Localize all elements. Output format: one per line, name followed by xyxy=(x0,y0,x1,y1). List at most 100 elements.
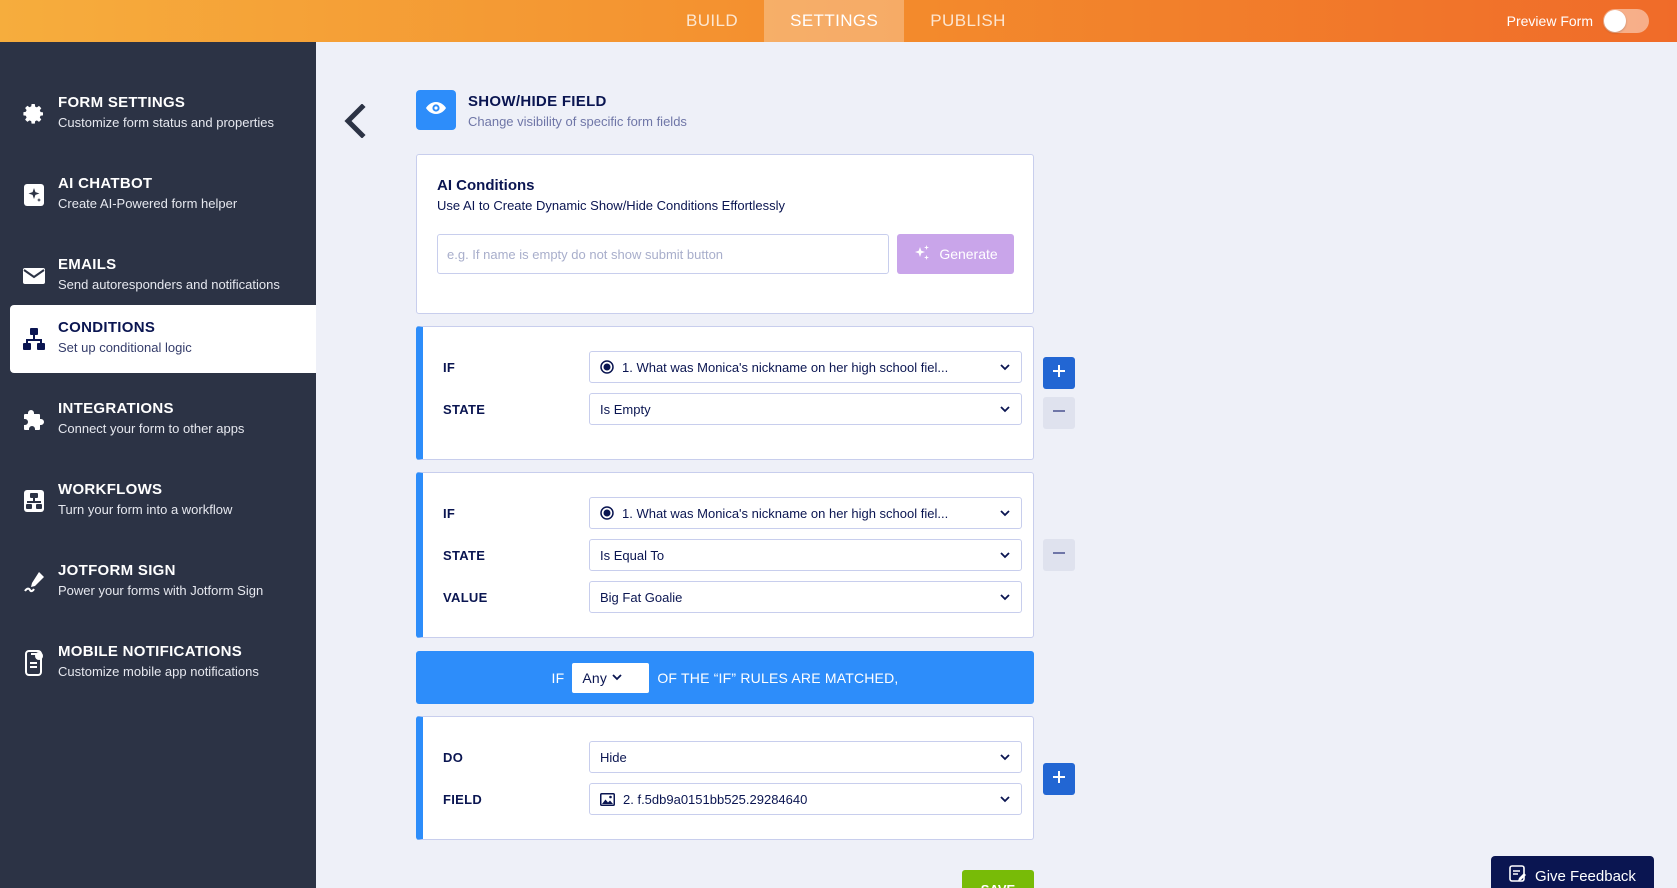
chevron-down-icon xyxy=(999,403,1011,415)
field-select[interactable]: 2. f.5db9a0151bb525.29284640 xyxy=(589,783,1022,815)
ai-chatbot-icon xyxy=(22,183,46,207)
sidebar-item-mobile-notifications[interactable]: MOBILE NOTIFICATIONS Customize mobile ap… xyxy=(10,629,316,697)
state-label: STATE xyxy=(443,548,486,563)
sidebar-item-title: INTEGRATIONS xyxy=(58,400,174,417)
do-select[interactable]: Hide xyxy=(589,741,1022,773)
match-type-value: Any xyxy=(582,669,608,686)
sidebar-item-subtitle: Customize mobile app notifications xyxy=(58,664,259,679)
settings-sidebar: FORM SETTINGS Customize form status and … xyxy=(0,42,316,888)
remove-rule-1-button[interactable] xyxy=(1043,397,1075,429)
sidebar-item-subtitle: Create AI-Powered form helper xyxy=(58,196,238,211)
match-type-select[interactable]: Any xyxy=(572,662,650,693)
if-field-value: 1. What was Monica's nickname on her hig… xyxy=(622,505,949,521)
show-hide-badge xyxy=(416,90,456,130)
sidebar-item-workflows[interactable]: WORKFLOWS Turn your form into a workflow xyxy=(10,467,316,535)
minus-icon xyxy=(1052,404,1066,423)
minus-icon xyxy=(1052,546,1066,565)
sidebar-item-title: AI CHATBOT xyxy=(58,175,153,192)
state-value: Is Equal To xyxy=(600,547,665,563)
rule-match-bar: IF Any OF THE “IF” RULES ARE MATCHED, xyxy=(416,651,1034,704)
preview-form-toggle[interactable] xyxy=(1603,9,1649,33)
sidebar-item-subtitle: Send autoresponders and notifications xyxy=(58,277,280,292)
give-feedback-label: Give Feedback xyxy=(1535,867,1636,885)
image-field-icon xyxy=(600,792,615,806)
sidebar-item-subtitle: Connect your form to other apps xyxy=(58,421,245,436)
radio-field-icon xyxy=(600,506,614,520)
chevron-down-icon xyxy=(999,507,1011,519)
condition-rule-2: IF 1. What was Monica's nickname on her … xyxy=(416,472,1034,638)
puzzle-icon xyxy=(22,408,46,432)
do-value: Hide xyxy=(600,749,627,765)
sidebar-item-title: CONDITIONS xyxy=(58,319,156,336)
chevron-down-icon xyxy=(999,361,1011,373)
top-bar: BUILD SETTINGS PUBLISH Preview Form xyxy=(0,0,1677,42)
tab-settings[interactable]: SETTINGS xyxy=(764,0,905,42)
save-button[interactable]: SAVE xyxy=(962,870,1034,888)
page-title: SHOW/HIDE FIELD xyxy=(468,93,607,110)
state-select[interactable]: Is Equal To xyxy=(589,539,1022,571)
add-action-button[interactable] xyxy=(1043,763,1075,795)
sidebar-item-title: EMAILS xyxy=(58,256,117,273)
state-select[interactable]: Is Empty xyxy=(589,393,1022,425)
sidebar-item-jotform-sign[interactable]: JOTFORM SIGN Power your forms with Jotfo… xyxy=(10,548,316,616)
generate-button[interactable]: Generate xyxy=(897,234,1014,274)
if-label: IF xyxy=(443,360,456,375)
ai-conditions-card: AI Conditions Use AI to Create Dynamic S… xyxy=(416,154,1034,314)
remove-rule-2-button[interactable] xyxy=(1043,539,1075,571)
toggle-knob xyxy=(1604,10,1626,32)
ai-condition-input[interactable] xyxy=(437,234,889,274)
workflow-icon xyxy=(22,489,46,513)
match-suffix: OF THE “IF” RULES ARE MATCHED, xyxy=(657,669,899,686)
sidebar-item-title: JOTFORM SIGN xyxy=(58,562,176,579)
chevron-down-icon xyxy=(999,591,1011,603)
do-label: DO xyxy=(443,750,464,765)
sidebar-item-ai-chatbot[interactable]: AI CHATBOT Create AI-Powered form helper xyxy=(10,161,316,229)
if-field-select[interactable]: 1. What was Monica's nickname on her hig… xyxy=(589,351,1022,383)
preview-form: Preview Form xyxy=(1507,0,1649,42)
match-prefix: IF xyxy=(551,669,565,686)
chevron-down-icon xyxy=(999,549,1011,561)
plus-icon xyxy=(1052,364,1066,383)
value-select[interactable]: Big Fat Goalie xyxy=(589,581,1022,613)
sidebar-item-form-settings[interactable]: FORM SETTINGS Customize form status and … xyxy=(10,80,316,148)
ai-conditions-subtitle: Use AI to Create Dynamic Show/Hide Condi… xyxy=(437,198,786,213)
add-rule-button[interactable] xyxy=(1043,357,1075,389)
if-field-value: 1. What was Monica's nickname on her hig… xyxy=(622,359,949,375)
ai-conditions-title: AI Conditions xyxy=(437,177,535,194)
sidebar-item-title: FORM SETTINGS xyxy=(58,94,186,111)
pen-icon xyxy=(22,570,46,594)
sidebar-item-subtitle: Turn your form into a workflow xyxy=(58,502,233,517)
tab-build[interactable]: BUILD xyxy=(660,0,764,42)
sidebar-item-subtitle: Power your forms with Jotform Sign xyxy=(58,583,264,598)
sidebar-item-title: MOBILE NOTIFICATIONS xyxy=(58,643,243,660)
if-label: IF xyxy=(443,506,456,521)
chevron-down-icon xyxy=(999,793,1011,805)
preview-form-label: Preview Form xyxy=(1506,13,1593,29)
sidebar-item-emails[interactable]: EMAILS Send autoresponders and notificat… xyxy=(10,242,316,310)
generate-label: Generate xyxy=(939,246,998,262)
sidebar-item-conditions[interactable]: CONDITIONS Set up conditional logic xyxy=(10,305,316,373)
state-value: Is Empty xyxy=(600,401,651,417)
tab-publish[interactable]: PUBLISH xyxy=(904,0,1032,42)
sparkle-icon xyxy=(913,244,931,265)
sidebar-item-subtitle: Set up conditional logic xyxy=(58,340,192,355)
feedback-icon xyxy=(1509,865,1527,887)
value-label: VALUE xyxy=(443,590,488,605)
value-value: Big Fat Goalie xyxy=(600,589,683,605)
page-subtitle: Change visibility of specific form field… xyxy=(468,114,687,129)
plus-icon xyxy=(1052,770,1066,789)
action-card: DO Hide FIELD 2. f.5db9a0151bb525.292846… xyxy=(416,716,1034,840)
give-feedback-button[interactable]: Give Feedback xyxy=(1491,856,1654,888)
eye-icon xyxy=(425,101,447,120)
gear-icon xyxy=(22,102,46,126)
sidebar-item-integrations[interactable]: INTEGRATIONS Connect your form to other … xyxy=(10,386,316,454)
back-button[interactable] xyxy=(340,103,370,139)
if-field-select[interactable]: 1. What was Monica's nickname on her hig… xyxy=(589,497,1022,529)
condition-rule-1: IF 1. What was Monica's nickname on her … xyxy=(416,326,1034,460)
chevron-left-icon xyxy=(340,103,370,142)
field-label: FIELD xyxy=(443,792,483,807)
sidebar-item-title: WORKFLOWS xyxy=(58,481,163,498)
sidebar-item-subtitle: Customize form status and properties xyxy=(58,115,275,130)
envelope-icon xyxy=(22,264,46,288)
field-value: 2. f.5db9a0151bb525.29284640 xyxy=(623,791,808,807)
